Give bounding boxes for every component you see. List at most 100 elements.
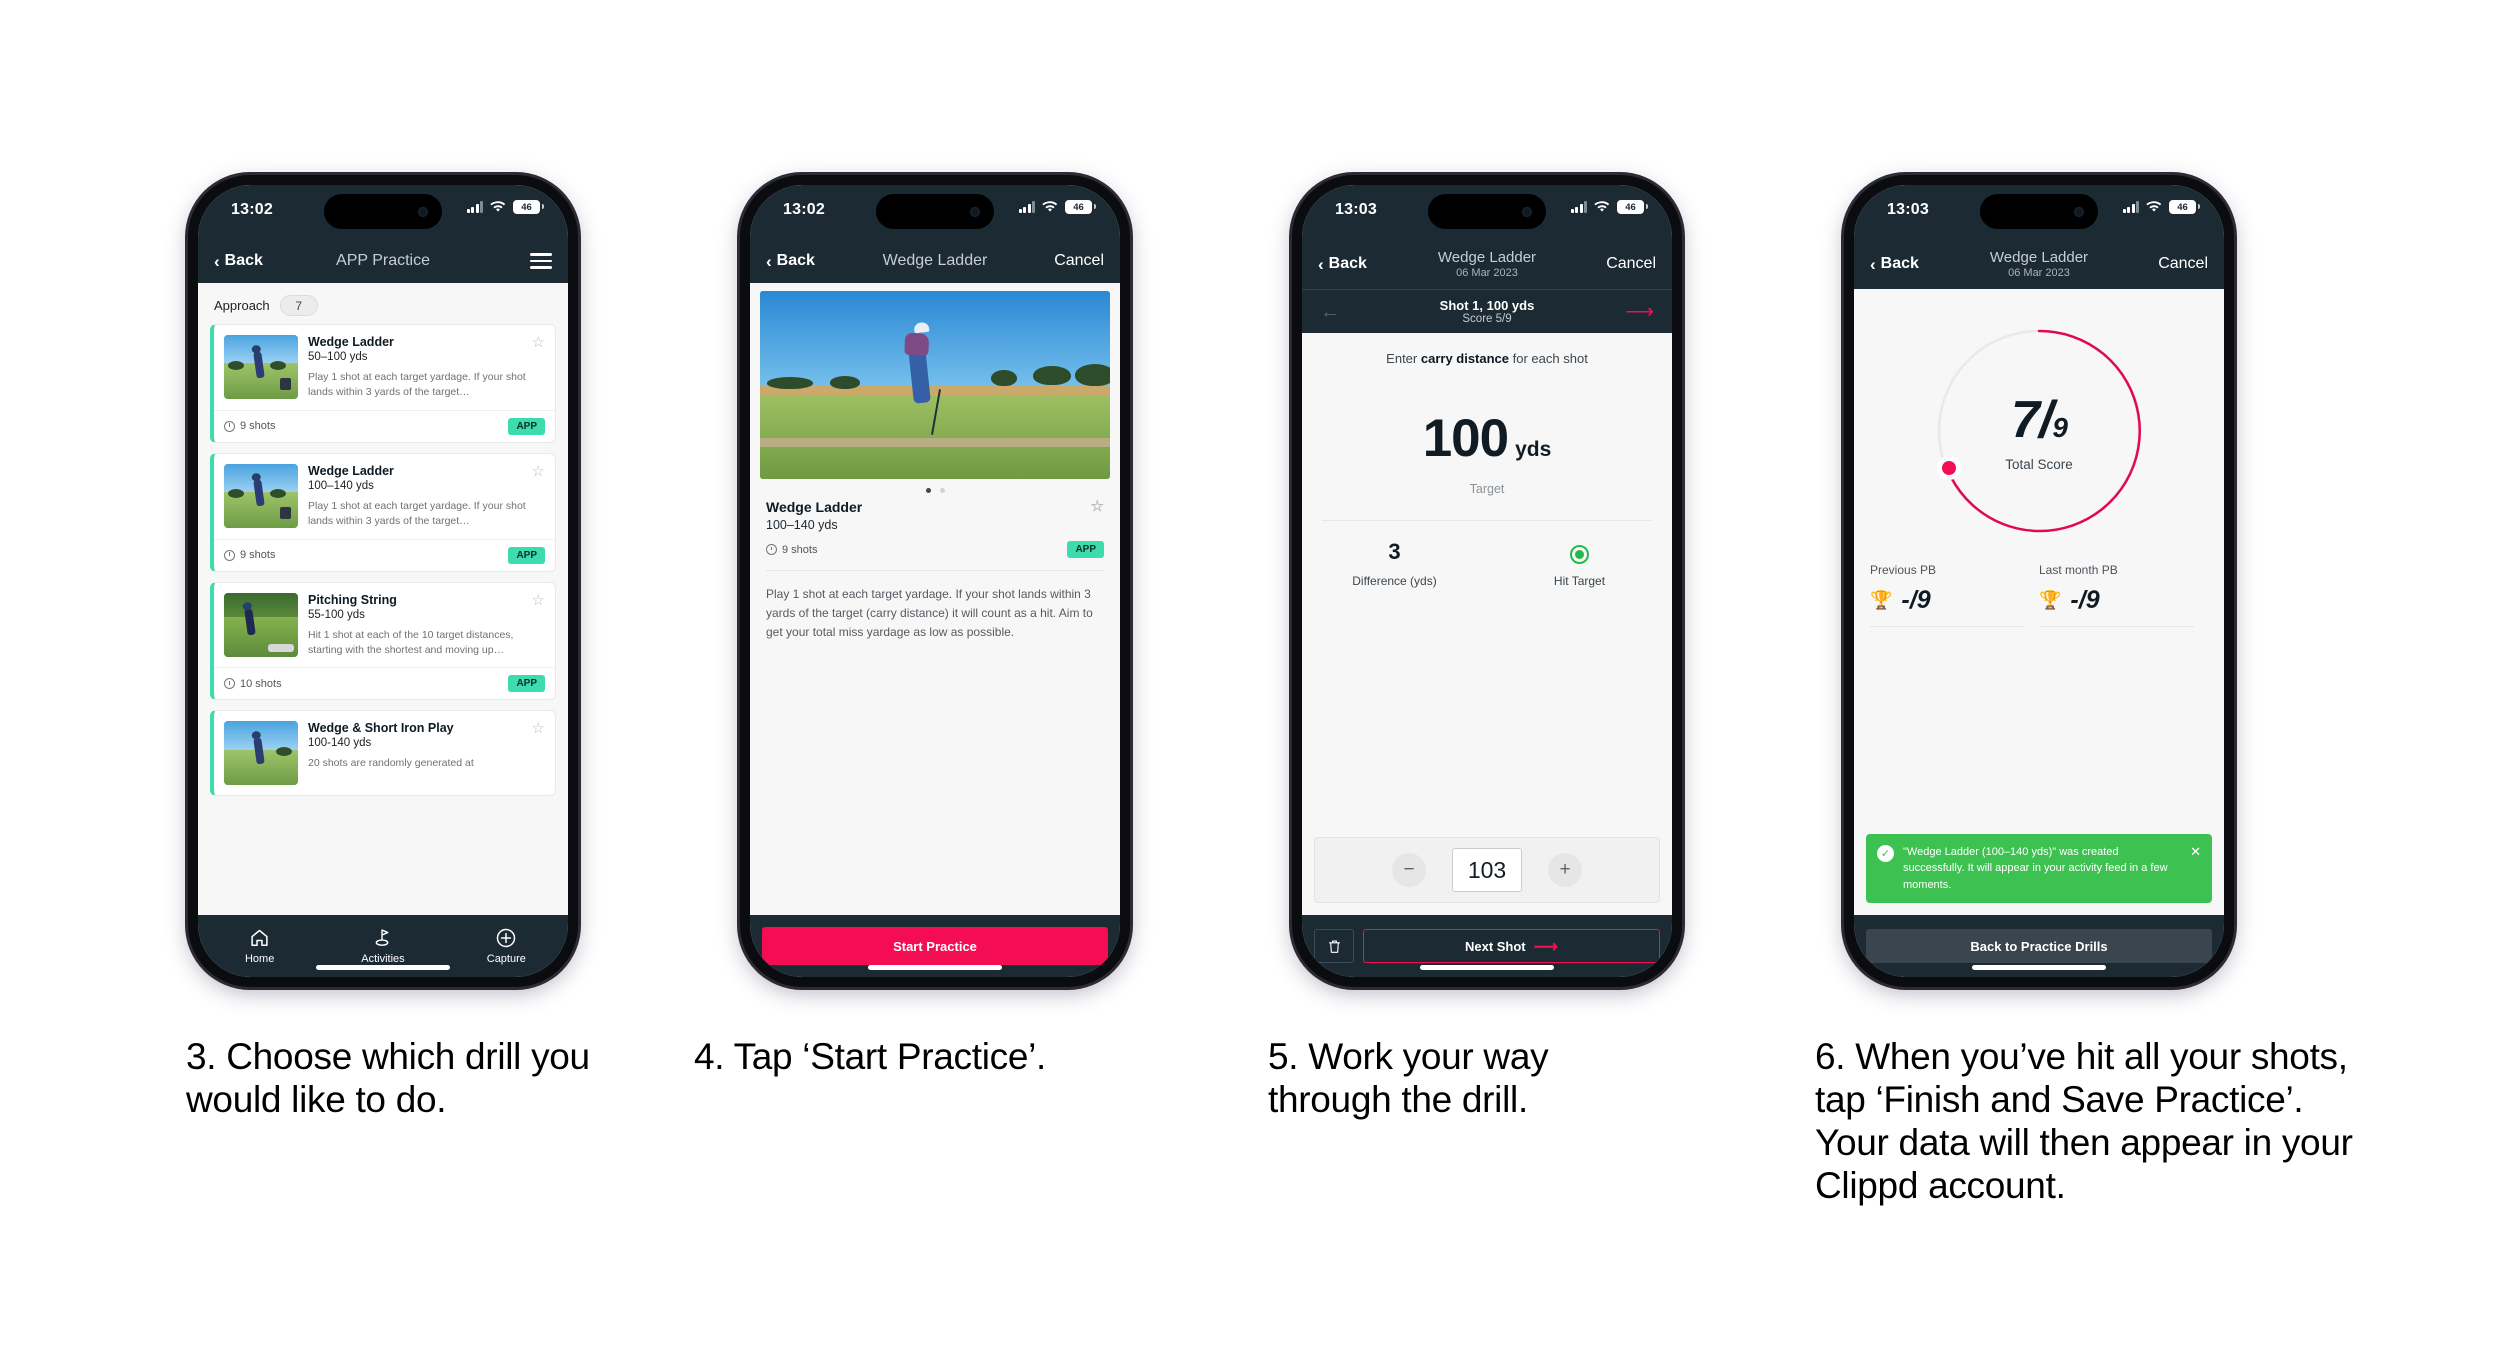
- trophy-icon: 🏆: [2039, 590, 2062, 610]
- tab-home[interactable]: Home: [198, 928, 321, 965]
- battery-indicator: 46: [1617, 200, 1648, 214]
- prompt-prefix: Enter: [1386, 351, 1421, 366]
- status-bar: 13:03 46: [1302, 185, 1672, 239]
- home-indicator: [1972, 965, 2106, 970]
- favorite-star-icon[interactable]: ☆: [532, 593, 545, 608]
- caption-step-3: 3. Choose which drill you would like to …: [186, 1036, 590, 1120]
- last-month-pb-stat: Last month PB 🏆 -/9: [2039, 563, 2208, 627]
- close-icon[interactable]: ✕: [2190, 844, 2201, 894]
- status-time: 13:02: [231, 201, 273, 218]
- battery-indicator: 46: [2169, 200, 2200, 214]
- drill-description: Hit 1 shot at each of the 10 target dist…: [308, 628, 514, 656]
- increment-button[interactable]: +: [1548, 853, 1582, 887]
- cancel-button[interactable]: Cancel: [1606, 255, 1656, 273]
- shot-navigation-bar: ← Shot 1, 100 yds Score 5/9 ⟶: [1302, 289, 1672, 333]
- back-button[interactable]: ‹ Back: [214, 252, 263, 270]
- shot-count: 9 shots: [782, 543, 818, 556]
- chevron-left-icon: ‹: [1870, 254, 1876, 274]
- shot-title: Shot 1, 100 yds: [1439, 298, 1535, 313]
- favorite-star-icon[interactable]: ☆: [1091, 499, 1104, 514]
- carousel-dots[interactable]: [750, 479, 1120, 497]
- drill-hero-image: [760, 291, 1110, 479]
- drill-description: 20 shots are randomly generated at: [308, 757, 474, 770]
- status-bar: 13:03 46: [1854, 185, 2224, 239]
- front-camera-icon: [1522, 207, 1532, 217]
- cellular-signal-icon: [2122, 201, 2139, 213]
- tab-capture[interactable]: Capture: [445, 928, 568, 965]
- drill-yardage: 100–140 yds: [766, 518, 838, 532]
- category-tag: APP: [508, 675, 545, 693]
- home-indicator: [868, 965, 1002, 970]
- phone-2-screen: 13:02 46 ‹ Back Wedge Ladder Cancel Wedg…: [750, 185, 1120, 977]
- status-bar: 13:02 46: [750, 185, 1120, 239]
- favorite-star-icon[interactable]: ☆: [532, 335, 545, 350]
- golf-flag-icon: [321, 928, 444, 948]
- entry-prompt: Enter carry distance for each shot: [1302, 333, 1672, 366]
- tab-home-label: Home: [244, 952, 275, 965]
- back-label: Back: [776, 252, 815, 269]
- back-button[interactable]: ‹ Back: [766, 252, 815, 270]
- drill-title: Wedge & Short Iron Play: [308, 721, 454, 736]
- back-to-practice-drills-button[interactable]: Back to Practice Drills: [1866, 929, 2212, 963]
- decrement-button[interactable]: −: [1392, 853, 1426, 887]
- wifi-icon: [2146, 201, 2162, 212]
- hamburger-icon[interactable]: [530, 253, 552, 269]
- list-item[interactable]: ☆ Wedge Ladder 50–100 yds Play 1 shot at…: [210, 324, 556, 443]
- previous-pb-stat: Previous PB 🏆 -/9: [1870, 563, 2039, 627]
- list-item[interactable]: ☆ Pitching String 55-100 yds Hit 1 shot …: [210, 581, 556, 701]
- carry-distance-input[interactable]: 103: [1452, 848, 1522, 892]
- nav-bar: ‹ Back Wedge Ladder 06 Mar 2023 Cancel: [1854, 239, 2224, 289]
- quantity-stepper: − 103 +: [1314, 837, 1660, 903]
- phone-4-results: 13:03 46 ‹ Back Wedge Ladder 06 Mar 2023…: [1844, 175, 2234, 987]
- action-bar: Next Shot ⟶: [1302, 915, 1672, 977]
- cancel-button[interactable]: Cancel: [1054, 252, 1104, 270]
- chevron-left-icon: ‹: [214, 251, 220, 271]
- back-button[interactable]: ‹ Back: [1318, 255, 1367, 273]
- front-camera-icon: [970, 207, 980, 217]
- drill-title: Wedge Ladder: [308, 335, 394, 349]
- home-indicator: [1420, 965, 1554, 970]
- page-title: APP Practice: [336, 252, 430, 269]
- drill-detail: Wedge Ladder ☆ 100–140 yds 9 shots APP P…: [750, 283, 1120, 915]
- cellular-signal-icon: [466, 201, 483, 213]
- success-toast: ✓ "Wedge Ladder (100–140 yds)" was creat…: [1866, 833, 2212, 903]
- back-button[interactable]: ‹ Back: [1870, 255, 1919, 273]
- shot-entry-body: Enter carry distance for each shot 100 yd…: [1302, 333, 1672, 915]
- chevron-left-icon: ‹: [766, 251, 772, 271]
- dynamic-island: [1980, 194, 2098, 229]
- phone-3-shot-entry: 13:03 46 ‹ Back Wedge Ladder 06 Mar 2023…: [1292, 175, 1682, 987]
- toast-message: "Wedge Ladder (100–140 yds)" was created…: [1903, 845, 2168, 891]
- drill-title: Pitching String: [308, 592, 397, 607]
- difference-stat: 3 Difference (yds): [1302, 539, 1487, 588]
- shot-count: 9 shots: [240, 549, 276, 562]
- chevron-left-icon: ‹: [1318, 254, 1324, 274]
- cancel-button[interactable]: Cancel: [2158, 255, 2208, 273]
- wifi-icon: [1594, 201, 1610, 212]
- list-item[interactable]: ☆ Wedge Ladder 100–140 yds Play 1 shot a…: [210, 452, 556, 572]
- back-label: Back: [1880, 255, 1919, 272]
- caption-step-4: 4. Tap ‘Start Practice’.: [694, 1036, 1046, 1077]
- caption-step-5: 5. Work your way through the drill.: [1268, 1036, 1549, 1120]
- start-practice-button[interactable]: Start Practice: [762, 927, 1108, 965]
- favorite-star-icon[interactable]: ☆: [532, 464, 545, 479]
- category-tag: APP: [1067, 541, 1104, 558]
- category-tag: APP: [508, 546, 545, 564]
- nav-bar: ‹ Back Wedge Ladder Cancel: [750, 239, 1120, 283]
- phone-1-drill-list: 13:02 46 ‹ Back APP Practice Approach 7 …: [188, 175, 578, 987]
- arrow-right-icon: ⟶: [1533, 936, 1559, 956]
- favorite-star-icon[interactable]: ☆: [532, 721, 545, 736]
- back-label: Back: [224, 252, 263, 269]
- wifi-icon: [1042, 201, 1058, 212]
- trash-icon[interactable]: [1314, 929, 1354, 963]
- shot-score: Score 5/9: [1462, 313, 1512, 325]
- list-item[interactable]: ☆ Wedge & Short Iron Play 100-140 yds 20…: [210, 710, 556, 797]
- drill-title: Wedge Ladder: [766, 499, 863, 515]
- tab-activities[interactable]: Activities: [321, 928, 444, 965]
- next-shot-button[interactable]: Next Shot ⟶: [1363, 929, 1660, 963]
- phone-1-screen: 13:02 46 ‹ Back APP Practice Approach 7 …: [198, 185, 568, 977]
- hit-target-label: Hit Target: [1553, 574, 1606, 588]
- score-numerator: 7: [2011, 391, 2040, 449]
- drill-list: Approach 7 ☆ Wedge Ladder 50–100 yds Pla…: [198, 283, 568, 915]
- section-label: Approach: [214, 298, 270, 313]
- phone-3-screen: 13:03 46 ‹ Back Wedge Ladder 06 Mar 2023…: [1302, 185, 1672, 977]
